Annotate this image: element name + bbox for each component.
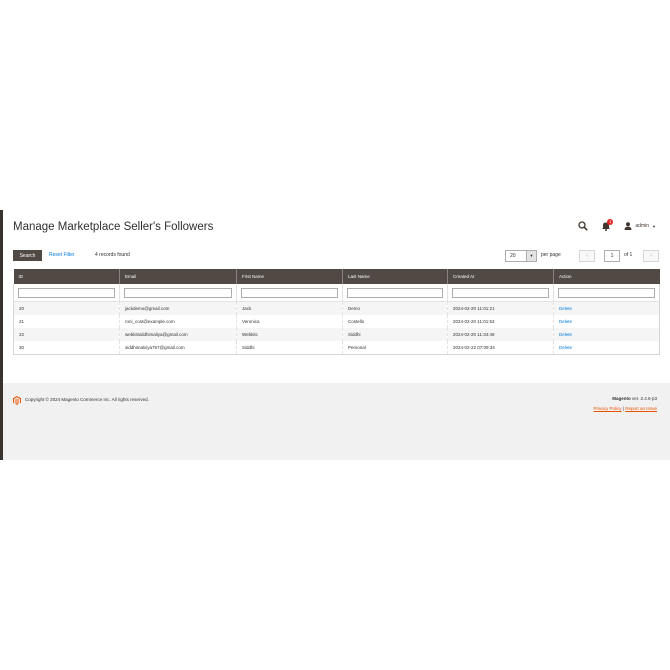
cell-last-name: Demo: [342, 301, 448, 315]
page-total: of 1: [624, 252, 633, 258]
delete-link[interactable]: Delete: [559, 319, 572, 324]
cell-first-name: Jack: [236, 301, 343, 315]
table-row[interactable]: 20 jackdemo@gmail.com Jack Demo 2024-02-…: [13, 301, 660, 315]
user-name: admin: [635, 223, 650, 229]
admin-page: Manage Marketplace Seller's Followers 1 …: [0, 210, 670, 460]
previous-page-button[interactable]: ‹: [579, 250, 595, 262]
cell-last-name: Personal: [342, 341, 448, 355]
version-number: ver. 2.4.6-p3: [630, 396, 657, 401]
filter-row: [13, 284, 660, 302]
column-header-created-at[interactable]: Created At: [447, 269, 554, 284]
cell-created-at: 2024-02-20 11:01:21: [447, 301, 554, 315]
followers-grid: ID Email First Name Last Name Created At…: [13, 269, 660, 355]
chevron-down-icon: ▼: [652, 223, 656, 229]
column-header-last-name[interactable]: Last Name: [342, 269, 448, 284]
cell-email: webkitsiddhimaliya@gmail.com: [119, 328, 237, 341]
column-header-email[interactable]: Email: [119, 269, 237, 284]
delete-link[interactable]: Delete: [559, 306, 572, 311]
filter-id-input[interactable]: [18, 287, 115, 298]
cell-first-name: Siddhi: [236, 341, 343, 355]
copyright-text: Copyright © 2024 Magento Commerce Inc. A…: [25, 397, 149, 402]
cell-last-name: Siddhi: [342, 328, 448, 341]
cell-email: siddhimalviya757@gmail.com: [119, 341, 237, 355]
filter-email-input[interactable]: [124, 287, 232, 298]
column-header-first-name[interactable]: First Name: [236, 269, 343, 284]
magento-logo-icon: [13, 396, 21, 405]
table-row[interactable]: 22 webkitsiddhimaliya@gmail.com Webkitc …: [13, 328, 660, 341]
cell-last-name: Costello: [342, 315, 448, 328]
page-footer: Copyright © 2024 Magento Commerce Inc. A…: [3, 383, 670, 460]
filter-created-at-input[interactable]: [452, 287, 549, 298]
per-page-value: 20: [510, 253, 516, 259]
cell-id: 22: [13, 328, 120, 341]
filter-first-name-input[interactable]: [241, 287, 338, 298]
user-icon: [624, 222, 632, 230]
privacy-policy-link[interactable]: Privacy Policy: [594, 406, 622, 411]
grid-header-row: ID Email First Name Last Name Created At…: [13, 269, 660, 284]
cell-email: jackdemo@gmail.com: [119, 301, 237, 315]
notifications-button[interactable]: 1: [600, 219, 614, 231]
search-icon[interactable]: [578, 221, 589, 231]
search-button[interactable]: Search: [13, 250, 42, 261]
user-menu[interactable]: admin ▼: [624, 222, 656, 230]
header-actions: 1 admin ▼: [578, 219, 656, 233]
filter-action-input[interactable]: [558, 287, 655, 298]
footer-links: Privacy Policy | Report an Issue: [594, 406, 658, 411]
table-row[interactable]: 30 siddhimalviya757@gmail.com Siddhi Per…: [13, 341, 660, 355]
delete-link[interactable]: Delete: [559, 332, 572, 337]
delete-link[interactable]: Delete: [559, 345, 572, 350]
cell-id: 30: [13, 341, 120, 355]
grid-toolbar: Search Reset Filter 4 records found 20 ▼…: [13, 250, 659, 262]
cell-first-name: Webkitc: [236, 328, 343, 341]
cell-email: roni_cost@example.com: [119, 315, 237, 328]
per-page-label: per page: [541, 252, 561, 258]
cell-created-at: 2024-02-22 07:09:34: [447, 341, 554, 355]
page-number-input[interactable]: 1: [604, 250, 620, 262]
page-title: Manage Marketplace Seller's Followers: [13, 221, 214, 233]
cell-first-name: Veronica: [236, 315, 343, 328]
column-header-action: Action: [553, 269, 660, 284]
filter-last-name-input[interactable]: [347, 287, 443, 298]
report-issue-link[interactable]: Report an Issue: [625, 406, 657, 411]
dropdown-arrow-icon[interactable]: ▼: [526, 251, 536, 261]
cell-created-at: 2024-02-20 11:01:53: [447, 315, 554, 328]
reset-filter-link[interactable]: Reset Filter: [49, 250, 75, 261]
per-page-select[interactable]: 20 ▼: [505, 250, 537, 262]
footer-separator: |: [622, 406, 624, 411]
cell-id: 20: [13, 301, 120, 315]
table-row[interactable]: 21 roni_cost@example.com Veronica Costel…: [13, 315, 660, 328]
notifications-badge: 1: [607, 219, 614, 225]
records-count: 4 records found: [95, 252, 130, 258]
column-header-id[interactable]: ID: [13, 269, 120, 284]
cell-id: 21: [13, 315, 120, 328]
next-page-button[interactable]: ›: [643, 250, 659, 262]
version-info: Magento ver. 2.4.6-p3: [612, 396, 657, 401]
cell-created-at: 2024-02-20 11:34:49: [447, 328, 554, 341]
brand-name: Magento: [612, 396, 631, 401]
